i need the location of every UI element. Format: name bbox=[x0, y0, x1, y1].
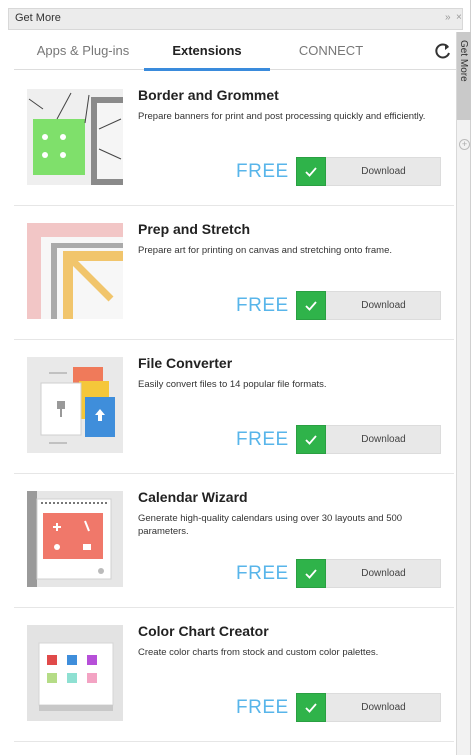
download-button[interactable]: Download bbox=[296, 157, 441, 186]
item-title: File Converter bbox=[138, 355, 233, 371]
panel-titlebar: Get More » × bbox=[8, 8, 463, 30]
price-label: FREE bbox=[236, 161, 289, 182]
price-label: FREE bbox=[236, 295, 289, 316]
file-converter-thumbnail bbox=[27, 357, 123, 453]
tab-connect[interactable]: CONNECT bbox=[276, 32, 386, 70]
calendar-wizard-thumbnail bbox=[27, 491, 123, 587]
download-label: Download bbox=[361, 300, 406, 311]
price-label: FREE bbox=[236, 697, 289, 718]
download-label: Download bbox=[361, 434, 406, 445]
item-description: Prepare banners for print and post proce… bbox=[138, 111, 426, 122]
list-item: Color Chart Creator Create color charts … bbox=[14, 608, 454, 742]
download-label: Download bbox=[361, 568, 406, 579]
prep-stretch-thumbnail bbox=[27, 223, 123, 319]
list-item: Border and Grommet Prepare banners for p… bbox=[14, 72, 454, 206]
item-title: Color Chart Creator bbox=[138, 623, 269, 639]
side-tab-label: Get More bbox=[458, 40, 469, 82]
download-button[interactable]: Download bbox=[296, 559, 441, 588]
list-item: Calendar Wizard Generate high-quality ca… bbox=[14, 474, 454, 608]
tab-apps-plugins[interactable]: Apps & Plug-ins bbox=[24, 32, 142, 70]
check-icon bbox=[296, 157, 326, 186]
download-label: Download bbox=[361, 702, 406, 713]
item-title: Border and Grommet bbox=[138, 87, 279, 103]
price-label: FREE bbox=[236, 563, 289, 584]
price-label: FREE bbox=[236, 429, 289, 450]
close-icon[interactable]: × bbox=[456, 12, 462, 23]
add-panel-icon[interactable]: + bbox=[459, 139, 470, 150]
item-description: Create color charts from stock and custo… bbox=[138, 647, 379, 658]
border-grommet-thumbnail bbox=[27, 89, 123, 185]
side-docker-rail: Get More + bbox=[456, 32, 471, 755]
download-button[interactable]: Download bbox=[296, 693, 441, 722]
collapse-icon[interactable]: » bbox=[445, 12, 451, 23]
tab-extensions[interactable]: Extensions bbox=[144, 32, 270, 71]
item-description: Easily convert files to 14 popular file … bbox=[138, 379, 327, 390]
item-title: Calendar Wizard bbox=[138, 489, 248, 505]
side-tab-get-more[interactable]: Get More bbox=[457, 32, 471, 120]
list-item: File Converter Easily convert files to 1… bbox=[14, 340, 454, 474]
check-icon bbox=[296, 291, 326, 320]
check-icon bbox=[296, 559, 326, 588]
item-description: Prepare art for printing on canvas and s… bbox=[138, 245, 392, 256]
check-icon bbox=[296, 693, 326, 722]
item-title: Prep and Stretch bbox=[138, 221, 251, 237]
tab-bar: Apps & Plug-ins Extensions CONNECT bbox=[14, 32, 458, 71]
download-label: Download bbox=[361, 166, 406, 177]
check-icon bbox=[296, 425, 326, 454]
item-description: Generate high-quality calendars using ov… bbox=[138, 513, 403, 537]
list-item: Prep and Stretch Prepare art for printin… bbox=[14, 206, 454, 340]
color-chart-thumbnail bbox=[27, 625, 123, 721]
get-more-panel: Get More » × Apps & Plug-ins Extensions … bbox=[0, 0, 471, 755]
download-button[interactable]: Download bbox=[296, 291, 441, 320]
panel-title: Get More bbox=[15, 12, 61, 24]
download-button[interactable]: Download bbox=[296, 425, 441, 454]
refresh-icon[interactable] bbox=[434, 42, 452, 60]
